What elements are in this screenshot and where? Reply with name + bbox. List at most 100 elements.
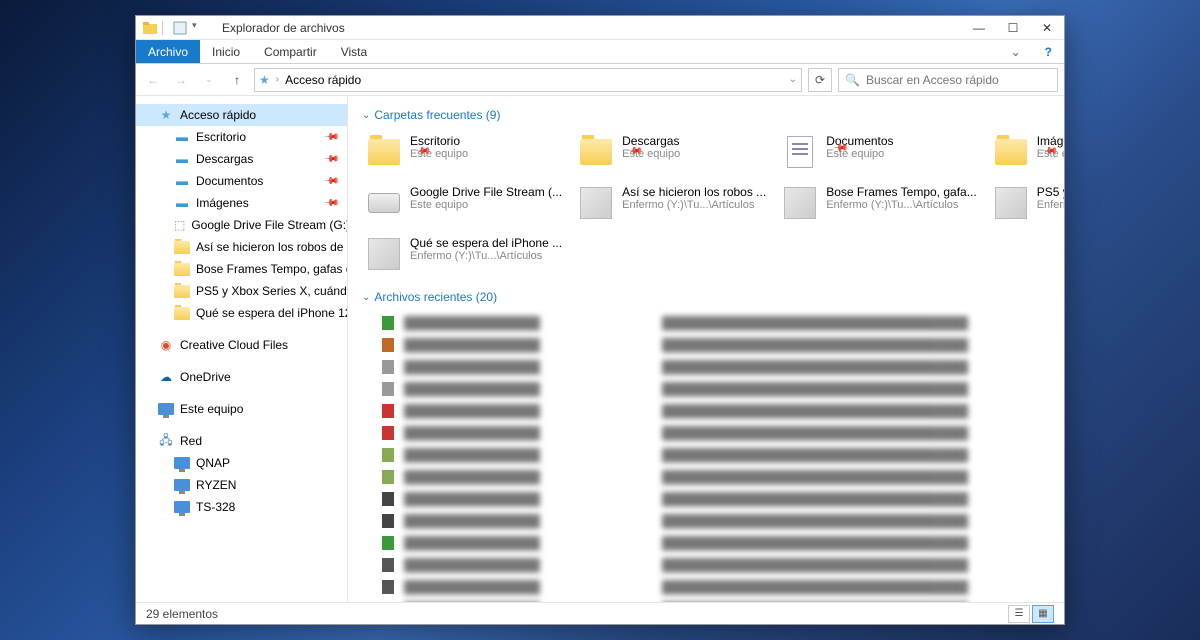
recent-file[interactable]: ████████████████████████████████████████… bbox=[362, 510, 1050, 532]
sidebar-item-network-pc[interactable]: QNAP bbox=[136, 452, 347, 474]
sidebar-item-network[interactable]: 🖧 Red bbox=[136, 430, 347, 452]
onedrive-icon: ☁ bbox=[158, 369, 174, 385]
chevron-down-icon: ⌄ bbox=[362, 110, 370, 121]
sidebar-item-network-pc[interactable]: RYZEN bbox=[136, 474, 347, 496]
sidebar-item[interactable]: Así se hicieron los robos de fotos de fa… bbox=[136, 236, 347, 258]
sidebar-item[interactable]: ▬Descargas📌 bbox=[136, 148, 347, 170]
file-icon bbox=[380, 535, 396, 551]
file-path: ████████████████████████████████████ bbox=[662, 382, 1050, 396]
file-path: ████████████████████████████████████ bbox=[662, 426, 1050, 440]
sidebar-item[interactable]: Bose Frames Tempo, gafas de sol deportiv… bbox=[136, 258, 347, 280]
recent-file[interactable]: ████████████████████████████████████████… bbox=[362, 488, 1050, 510]
group-header-frequent[interactable]: ⌄ Carpetas frecuentes (9) bbox=[362, 108, 1050, 122]
group-header-recent[interactable]: ⌄ Archivos recientes (20) bbox=[362, 290, 1050, 304]
tab-file[interactable]: Archivo bbox=[136, 40, 200, 63]
sidebar-item[interactable]: ▬Escritorio📌 bbox=[136, 126, 347, 148]
file-path: ████████████████████████████████████ bbox=[662, 404, 1050, 418]
sidebar-item-this-pc[interactable]: Este equipo bbox=[136, 398, 347, 420]
group-title: Archivos recientes (20) bbox=[374, 290, 497, 304]
recent-file[interactable]: ████████████████████████████████████████… bbox=[362, 554, 1050, 576]
tab-share[interactable]: Compartir bbox=[252, 40, 329, 63]
sidebar-label: PS5 y Xbox Series X, cuándo llegan y cuá… bbox=[196, 284, 347, 298]
tab-home[interactable]: Inicio bbox=[200, 40, 252, 63]
item-path: Enfermo (Y:)\Tu...\Artículos bbox=[410, 250, 562, 262]
frequent-folder[interactable]: Bose Frames Tempo, gafa...Enfermo (Y:)\T… bbox=[778, 181, 981, 228]
sidebar-item-onedrive[interactable]: ☁ OneDrive bbox=[136, 366, 347, 388]
recent-file[interactable]: ████████████████████████████████████████… bbox=[362, 598, 1050, 602]
recent-file[interactable]: ████████████████████████████████████████… bbox=[362, 378, 1050, 400]
sidebar-item[interactable]: PS5 y Xbox Series X, cuándo llegan y cuá… bbox=[136, 280, 347, 302]
file-path: ████████████████████████████████████ bbox=[662, 316, 1050, 330]
recent-file[interactable]: ████████████████████████████████████████… bbox=[362, 466, 1050, 488]
view-details-button[interactable]: ☰ bbox=[1008, 605, 1030, 623]
ribbon-expand-icon[interactable]: ⌄ bbox=[999, 40, 1033, 63]
search-input[interactable] bbox=[866, 73, 1051, 87]
file-icon bbox=[380, 337, 396, 353]
recent-file[interactable]: ████████████████████████████████████████… bbox=[362, 356, 1050, 378]
pc-icon bbox=[174, 477, 190, 493]
recent-file[interactable]: ████████████████████████████████████████… bbox=[362, 334, 1050, 356]
folder-icon bbox=[174, 261, 190, 277]
recent-file[interactable]: ████████████████████████████████████████… bbox=[362, 576, 1050, 598]
recent-file[interactable]: ████████████████████████████████████████… bbox=[362, 312, 1050, 334]
frequent-folder[interactable]: DocumentosEste equipo📌 bbox=[778, 130, 981, 177]
qat-dropdown-icon[interactable]: ▾ bbox=[192, 20, 208, 36]
forward-button[interactable]: → bbox=[170, 69, 192, 91]
frequent-folder[interactable]: EscritorioEste equipo📌 bbox=[362, 130, 566, 177]
folder-icon bbox=[993, 134, 1029, 170]
frequent-folder[interactable]: PS5 y Xbox Series X, cuán...Enfermo (Y:)… bbox=[989, 181, 1064, 228]
recent-file[interactable]: ████████████████████████████████████████… bbox=[362, 400, 1050, 422]
file-path: ████████████████████████████████████ bbox=[662, 536, 1050, 550]
sidebar-item[interactable]: Qué se espera del iPhone 12 ahora que se… bbox=[136, 302, 347, 324]
sidebar-label: OneDrive bbox=[180, 370, 231, 384]
group-title: Carpetas frecuentes (9) bbox=[374, 108, 500, 122]
file-name: ████████████████ bbox=[404, 536, 654, 550]
minimize-button[interactable]: — bbox=[962, 16, 996, 39]
sidebar-item[interactable]: ▬Imágenes📌 bbox=[136, 192, 347, 214]
file-name: ████████████████ bbox=[404, 558, 654, 572]
tab-view[interactable]: Vista bbox=[329, 40, 379, 63]
back-button[interactable]: ← bbox=[142, 69, 164, 91]
frequent-folder[interactable]: Google Drive File Stream (...Este equipo… bbox=[362, 181, 566, 228]
maximize-button[interactable]: ☐ bbox=[996, 16, 1030, 39]
recent-file[interactable]: ████████████████████████████████████████… bbox=[362, 444, 1050, 466]
sidebar-item-network-pc[interactable]: TS-328 bbox=[136, 496, 347, 518]
sidebar-item-quick-access[interactable]: ★ Acceso rápido bbox=[136, 104, 347, 126]
desktop-icon: ▬ bbox=[174, 129, 190, 145]
breadcrumb-location[interactable]: Acceso rápido bbox=[285, 73, 361, 87]
doc-icon bbox=[782, 134, 818, 170]
sidebar-label: Acceso rápido bbox=[180, 108, 256, 122]
address-bar[interactable]: ★ › Acceso rápido ⌄ bbox=[254, 68, 802, 92]
recent-file[interactable]: ████████████████████████████████████████… bbox=[362, 422, 1050, 444]
address-dropdown-icon[interactable]: ⌄ bbox=[789, 74, 797, 85]
file-path: ████████████████████████████████████ bbox=[662, 360, 1050, 374]
sidebar-label: TS-328 bbox=[196, 500, 235, 514]
frequent-folder[interactable]: Así se hicieron los robos ...Enfermo (Y:… bbox=[574, 181, 770, 228]
frequent-folder[interactable]: DescargasEste equipo📌 bbox=[574, 130, 770, 177]
refresh-button[interactable]: ⟳ bbox=[808, 68, 832, 92]
sidebar-label: Documentos bbox=[196, 174, 263, 188]
sidebar-label: Así se hicieron los robos de fotos de fa… bbox=[196, 240, 347, 254]
frequent-folder[interactable]: Qué se espera del iPhone ...Enfermo (Y:)… bbox=[362, 232, 566, 276]
up-button[interactable]: ↑ bbox=[226, 69, 248, 91]
file-name: ████████████████ bbox=[404, 382, 654, 396]
pin-icon: 📌 bbox=[322, 195, 339, 212]
file-icon bbox=[380, 491, 396, 507]
app-icon bbox=[142, 20, 158, 36]
chevron-down-icon: ⌄ bbox=[362, 292, 370, 303]
recent-file[interactable]: ████████████████████████████████████████… bbox=[362, 532, 1050, 554]
file-icon bbox=[380, 579, 396, 595]
close-button[interactable]: ✕ bbox=[1030, 16, 1064, 39]
recent-locations-icon[interactable]: ⌄ bbox=[198, 69, 220, 91]
star-icon: ★ bbox=[158, 107, 174, 123]
sidebar-label: Bose Frames Tempo, gafas de sol deportiv… bbox=[196, 262, 347, 276]
view-icons-button[interactable]: ▦ bbox=[1032, 605, 1054, 623]
sidebar-item-creative-cloud[interactable]: ◉ Creative Cloud Files bbox=[136, 334, 347, 356]
properties-icon[interactable] bbox=[172, 20, 188, 36]
search-box[interactable]: 🔍 bbox=[838, 68, 1058, 92]
sidebar-item[interactable]: ⬚Google Drive File Stream (G:)📌 bbox=[136, 214, 347, 236]
sidebar-item[interactable]: ▬Documentos📌 bbox=[136, 170, 347, 192]
frequent-folder[interactable]: ImágenesEste equipo📌 bbox=[989, 130, 1064, 177]
help-icon[interactable]: ? bbox=[1033, 40, 1064, 63]
breadcrumb-sep-icon[interactable]: › bbox=[276, 74, 279, 85]
